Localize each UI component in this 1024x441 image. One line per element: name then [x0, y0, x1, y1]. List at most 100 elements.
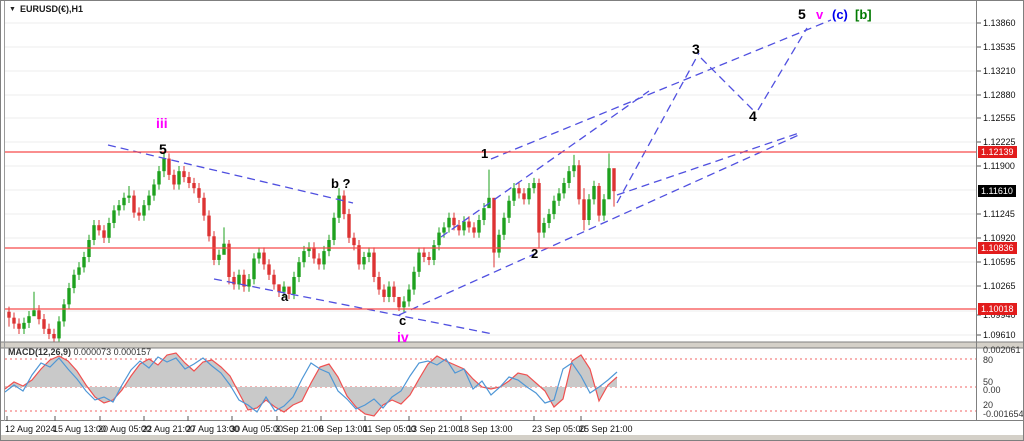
candle-body	[442, 227, 445, 232]
price-tick-label: 1.13860	[983, 18, 1016, 28]
candle-body	[187, 177, 190, 183]
price-tick-label: 1.10595	[983, 257, 1016, 267]
price-tick-label: 1.11900	[983, 161, 1015, 171]
candle-body	[342, 196, 345, 215]
price-badge-1.10836: 1.10836	[978, 242, 1017, 254]
candle-body	[257, 253, 260, 259]
macd-indicator-label: MACD(12,26,9) 0.000073 0.000157	[8, 347, 151, 357]
price-tick-label: 1.10265	[983, 281, 1016, 291]
candle-body	[42, 319, 45, 329]
candle-body	[552, 201, 555, 214]
candle-body	[57, 321, 60, 338]
price-badge-1.10018: 1.10018	[978, 303, 1017, 315]
candle-body	[537, 183, 540, 233]
candle-body	[122, 198, 125, 205]
candle-body	[397, 297, 400, 307]
candle-body	[102, 230, 105, 237]
price-tick-label: 1.12880	[983, 90, 1016, 100]
candle-body	[387, 287, 390, 297]
candle-body	[367, 253, 370, 257]
candle-body	[412, 272, 415, 290]
candle-body	[107, 223, 110, 238]
candle-body	[612, 168, 615, 191]
candle-body	[132, 196, 135, 213]
chart-canvas[interactable]	[1, 1, 1024, 441]
candle-body	[127, 196, 130, 198]
candle-body	[362, 257, 365, 264]
candle-body	[267, 264, 270, 274]
candle-body	[472, 227, 475, 232]
candle-body	[27, 316, 30, 323]
candle-body	[372, 253, 375, 277]
candle-body	[577, 165, 580, 199]
time-axis[interactable]: 12 Aug 202415 Aug 13:0020 Aug 05:0022 Au…	[1, 422, 1024, 436]
candle-body	[317, 258, 320, 264]
trendline[interactable]	[701, 58, 755, 112]
price-tick-label: 1.11245	[983, 209, 1015, 219]
candle-body	[222, 244, 225, 255]
candle-body	[12, 318, 15, 324]
candle-body	[277, 284, 280, 291]
candle-body	[302, 251, 305, 262]
candle-body	[602, 199, 605, 215]
candle-body	[77, 267, 80, 274]
candle-body	[447, 218, 450, 228]
candle-body	[17, 324, 20, 329]
candle-body	[237, 275, 240, 285]
candle-body	[382, 290, 385, 297]
macd-name: MACD(12,26,9)	[8, 347, 71, 357]
price-tick-label: 1.12555	[983, 113, 1016, 123]
macd-scale-label: 0.00	[983, 385, 1001, 395]
time-label: 12 Aug 2024	[5, 424, 56, 434]
candle-body	[217, 255, 220, 260]
candle-body	[417, 253, 420, 272]
candle-body	[512, 188, 515, 201]
candle-body	[542, 223, 545, 233]
candle-body	[97, 225, 100, 230]
candle-body	[47, 329, 50, 334]
candle-body	[262, 253, 265, 265]
time-label: 18 Sep 13:00	[459, 424, 513, 434]
candle-body	[557, 193, 560, 200]
candle-body	[347, 214, 350, 238]
candle-body	[167, 159, 170, 175]
candle-body	[157, 171, 160, 184]
candle-body	[332, 218, 335, 240]
price-badge-1.11610: 1.11610	[978, 185, 1016, 197]
chart-window: ▼ EURUSD(€),H1 MACD(12,26,9) 0.000073 0.…	[0, 0, 1024, 441]
candle-body	[407, 290, 410, 302]
price-axis[interactable]: 1.138601.135351.132101.128801.125551.122…	[977, 1, 1024, 441]
symbol-label-row: ▼ EURUSD(€),H1	[9, 4, 83, 14]
candle-body	[592, 186, 595, 199]
candle-body	[402, 301, 405, 307]
candle-body	[467, 221, 470, 227]
candle-body	[177, 171, 180, 184]
candle-body	[62, 304, 65, 321]
candle-body	[437, 233, 440, 246]
candle-body	[547, 214, 550, 223]
candle-body	[37, 310, 40, 319]
trendline[interactable]	[441, 91, 649, 237]
trendline[interactable]	[108, 145, 353, 203]
candle-body	[322, 251, 325, 264]
trendline[interactable]	[214, 279, 493, 334]
candle-body	[572, 165, 575, 171]
candle-body	[182, 171, 185, 177]
candle-body	[147, 196, 150, 206]
price-tick-label: 1.09610	[983, 330, 1016, 340]
candle-body	[312, 247, 315, 258]
price-tick-label: 1.13535	[983, 42, 1016, 52]
candle-body	[227, 244, 230, 277]
candle-body	[142, 205, 145, 215]
candle-body	[452, 218, 455, 225]
candle-body	[287, 287, 290, 294]
time-label: 23 Sep 05:00	[532, 424, 586, 434]
candle-body	[502, 218, 505, 235]
candle-body	[392, 287, 395, 297]
time-label: 13 Sep 21:00	[407, 424, 461, 434]
time-label: 25 Sep 21:00	[579, 424, 633, 434]
trendline[interactable]	[491, 20, 831, 159]
time-label: 3 Sep 21:00	[275, 424, 324, 434]
panel-separator[interactable]	[1, 342, 1024, 348]
candle-body	[462, 221, 465, 230]
